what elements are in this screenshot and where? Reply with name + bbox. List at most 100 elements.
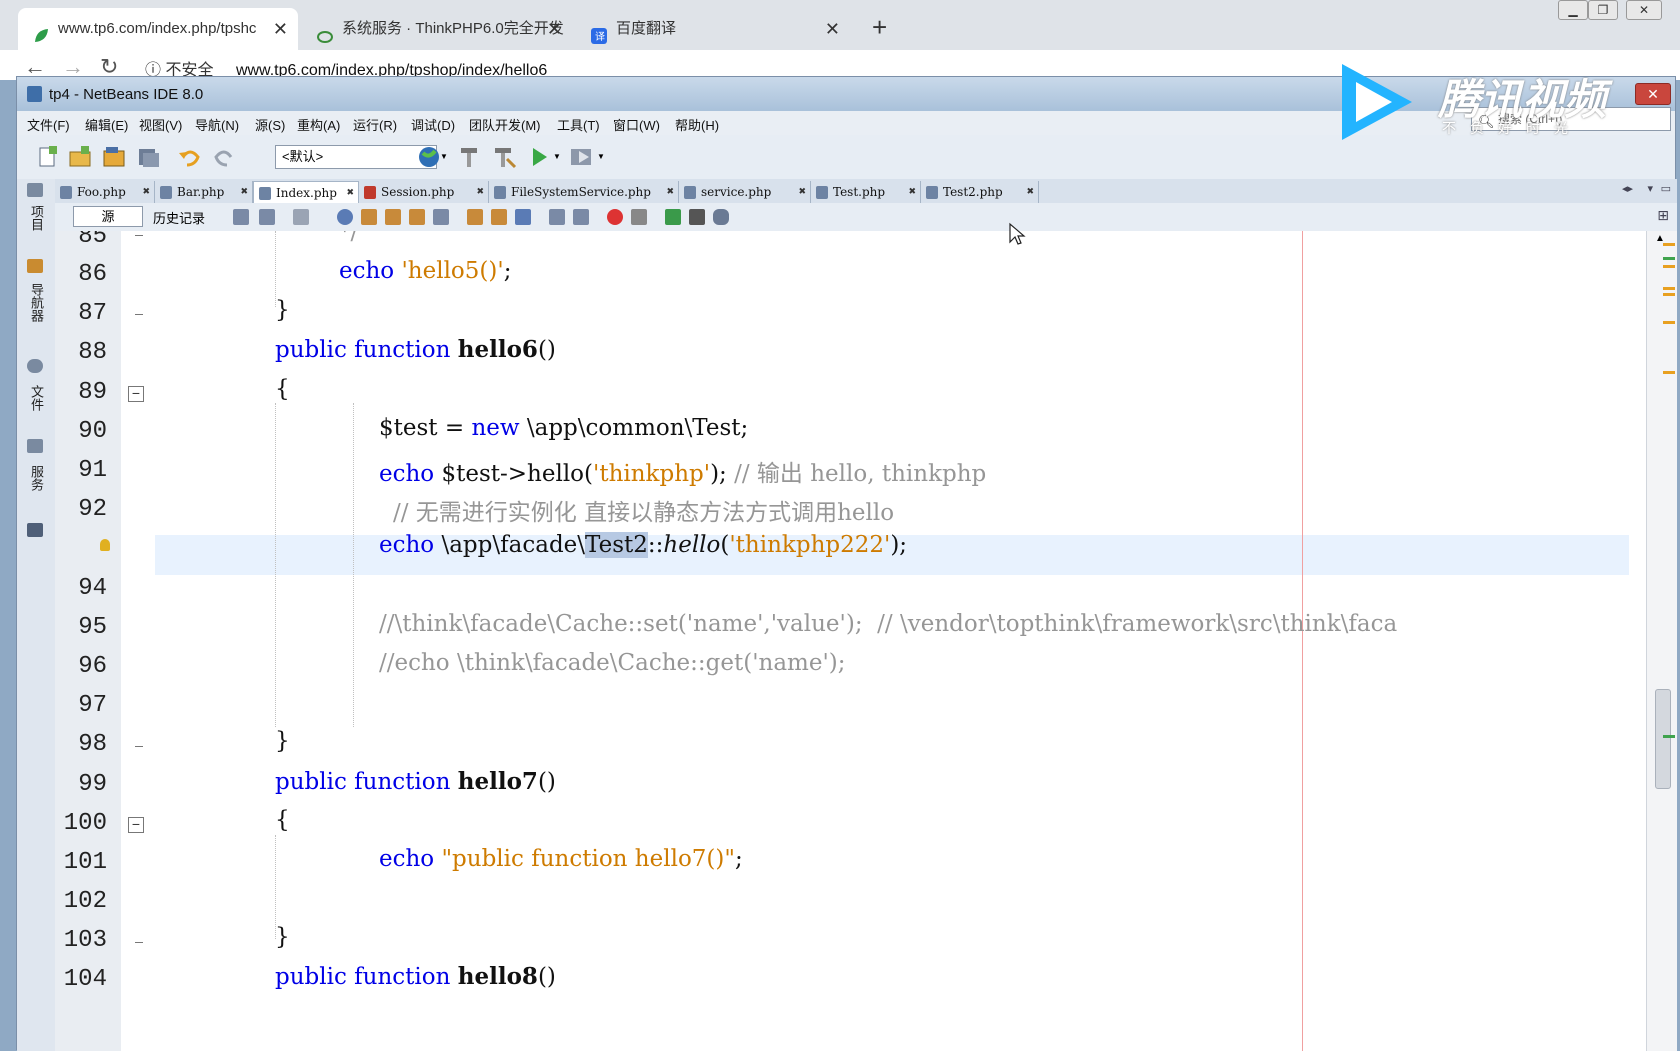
- undo-icon[interactable]: [177, 145, 203, 169]
- file-tab-index[interactable]: Index.php ✖: [253, 181, 359, 203]
- close-tab-icon[interactable]: ✕: [273, 8, 288, 50]
- menu-edit[interactable]: 编辑(E): [85, 115, 128, 134]
- side-tab-files[interactable]: 文件: [27, 385, 46, 411]
- vertical-scrollbar[interactable]: ▲: [1646, 231, 1677, 1051]
- close-tab-icon[interactable]: ✕: [825, 8, 840, 50]
- menu-navigate[interactable]: 导航(N): [195, 115, 239, 134]
- file-tab-test2[interactable]: Test2.php ✖: [921, 181, 1039, 203]
- close-tab-icon[interactable]: ✕: [547, 8, 562, 50]
- line-number-gutter: 85 86 87 88 89 90 91 92 94 95 96 97 98 9…: [55, 231, 122, 1051]
- close-tab-icon[interactable]: ✖: [240, 181, 248, 203]
- history-view-button[interactable]: 历史记录: [153, 208, 205, 227]
- new-project-icon[interactable]: [67, 145, 93, 169]
- code-editor[interactable]: 85 86 87 88 89 90 91 92 94 95 96 97 98 9…: [55, 231, 1677, 1051]
- next-bookmark-icon[interactable]: [491, 209, 507, 225]
- toggle-highlight-icon[interactable]: [409, 209, 425, 225]
- configuration-select[interactable]: <默认> ▼: [275, 145, 437, 169]
- shift-right-icon[interactable]: [573, 209, 589, 225]
- code-line-86: echo 'hello5()';: [339, 258, 511, 284]
- stop-macro-icon[interactable]: [631, 209, 647, 225]
- close-tab-icon[interactable]: ✖: [1026, 181, 1034, 203]
- new-tab-button[interactable]: +: [872, 12, 887, 43]
- warning-marker[interactable]: [1663, 287, 1675, 290]
- close-tab-icon[interactable]: ✖: [142, 181, 150, 203]
- menu-tools[interactable]: 工具(T): [557, 115, 600, 134]
- clean-build-icon[interactable]: [491, 145, 517, 169]
- warning-marker[interactable]: [1663, 265, 1675, 268]
- scroll-tabs-icon[interactable]: ◂▸: [1622, 182, 1633, 195]
- side-tab-projects[interactable]: 项目: [27, 205, 46, 231]
- menu-team[interactable]: 团队开发(M): [469, 115, 541, 134]
- minimize-button[interactable]: ▁: [1558, 0, 1588, 20]
- menu-refactor[interactable]: 重构(A): [297, 115, 340, 134]
- find-previous-icon[interactable]: [361, 209, 377, 225]
- browser-tab-baidu-translate[interactable]: 译 百度翻译 ✕: [576, 8, 850, 50]
- menu-debug[interactable]: 调试(D): [411, 115, 455, 134]
- uncomment-icon[interactable]: [689, 209, 705, 225]
- file-tab-service[interactable]: service.php ✖: [679, 181, 811, 203]
- database-icon[interactable]: [713, 209, 729, 225]
- menu-view[interactable]: 视图(V): [139, 115, 182, 134]
- menu-window[interactable]: 窗口(W): [613, 115, 660, 134]
- globe-icon[interactable]: ▼: [417, 145, 448, 169]
- build-hammer-icon[interactable]: [457, 145, 483, 169]
- chevron-down-icon[interactable]: ▾: [1647, 182, 1653, 195]
- fold-toggle-icon[interactable]: −: [128, 386, 144, 402]
- file-tab-test[interactable]: Test.php ✖: [811, 181, 921, 203]
- change-marker[interactable]: [1663, 735, 1675, 738]
- side-tab-services[interactable]: 服务: [27, 465, 46, 491]
- new-file-icon[interactable]: [35, 145, 61, 169]
- close-ide-button[interactable]: ✕: [1635, 83, 1671, 105]
- file-tab-filesystemservice[interactable]: FileSystemService.php ✖: [489, 181, 679, 203]
- find-next-icon[interactable]: [385, 209, 401, 225]
- source-view-button[interactable]: 源: [73, 206, 143, 227]
- split-editor-icon[interactable]: ⊞: [1657, 207, 1669, 224]
- maximize-editor-icon[interactable]: ▭: [1661, 182, 1671, 195]
- line-number: 91: [78, 457, 107, 484]
- menu-run[interactable]: 运行(R): [353, 115, 397, 134]
- shift-left-icon[interactable]: [549, 209, 565, 225]
- code-text: \app\common\Test;: [519, 415, 749, 441]
- previous-bookmark-icon[interactable]: [467, 209, 483, 225]
- close-tab-icon[interactable]: ✖: [666, 181, 674, 203]
- file-tab-bar-php[interactable]: Bar.php ✖: [155, 181, 253, 203]
- debug-icon[interactable]: ▼: [569, 145, 605, 169]
- open-project-icon[interactable]: [101, 145, 127, 169]
- error-stripe-marker[interactable]: [1663, 243, 1675, 246]
- menu-file[interactable]: 文件(F): [27, 115, 70, 134]
- close-tab-icon[interactable]: ✖: [476, 181, 484, 203]
- side-tab-navigator[interactable]: 导航器: [27, 283, 46, 322]
- close-tab-icon[interactable]: ✖: [346, 182, 354, 204]
- toggle-bookmark-icon[interactable]: [515, 209, 531, 225]
- lightbulb-hint-icon[interactable]: [100, 539, 110, 551]
- find-icon[interactable]: [337, 209, 353, 225]
- warning-marker[interactable]: [1663, 321, 1675, 324]
- browser-tab-tp6[interactable]: www.tp6.com/index.php/tpshc ✕: [18, 8, 298, 50]
- file-tab-foo[interactable]: Foo.php ✖: [55, 181, 155, 203]
- maximize-button[interactable]: ❐: [1588, 0, 1618, 20]
- back-history-icon[interactable]: [259, 209, 275, 225]
- close-tab-icon[interactable]: ✖: [798, 181, 806, 203]
- close-tab-icon[interactable]: ✖: [908, 181, 916, 203]
- toggle-rect-select-icon[interactable]: [433, 209, 449, 225]
- file-tab-session[interactable]: Session.php ✖: [359, 181, 489, 203]
- change-marker[interactable]: [1663, 257, 1675, 260]
- redo-icon[interactable]: [211, 145, 237, 169]
- run-icon[interactable]: ▼: [529, 145, 561, 169]
- browser-tab-thinkphp-docs[interactable]: 系统服务 · ThinkPHP6.0完全开发 ✕: [302, 8, 572, 50]
- line-number: 94: [78, 575, 107, 602]
- menu-help[interactable]: 帮助(H): [675, 115, 719, 134]
- close-window-button[interactable]: ✕: [1626, 0, 1662, 20]
- menu-source[interactable]: 源(S): [255, 115, 285, 134]
- save-all-icon[interactable]: [135, 145, 161, 169]
- comment-icon[interactable]: [665, 209, 681, 225]
- fold-toggle-icon[interactable]: −: [128, 817, 144, 833]
- netbeans-app-icon: [27, 86, 42, 102]
- restore-window-icon[interactable]: [27, 183, 43, 197]
- start-macro-icon[interactable]: [607, 209, 623, 225]
- warning-marker[interactable]: [1663, 293, 1675, 296]
- forward-history-icon[interactable]: [293, 209, 309, 225]
- warning-marker[interactable]: [1663, 371, 1675, 374]
- last-edit-icon[interactable]: [233, 209, 249, 225]
- scrollbar-thumb[interactable]: [1655, 689, 1671, 789]
